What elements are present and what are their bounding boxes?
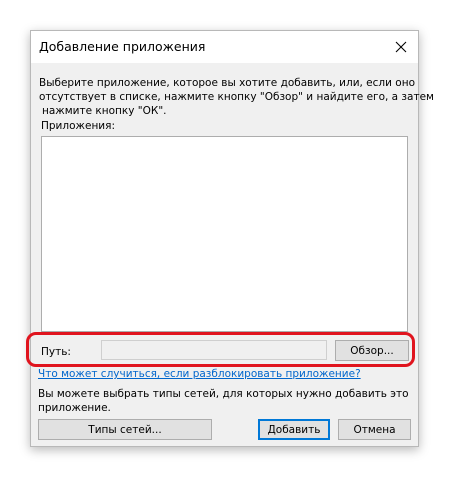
network-types-text: Вы можете выбрать типы сетей, для которы…: [38, 387, 409, 415]
applications-list[interactable]: [41, 136, 408, 332]
cancel-button[interactable]: Отмена: [338, 419, 411, 440]
path-input[interactable]: [101, 340, 327, 360]
add-button[interactable]: Добавить: [258, 419, 330, 440]
instructions-line-1: Выберите приложение, которое вы хотите д…: [39, 77, 416, 89]
title-bar: Добавление приложения: [31, 31, 418, 63]
add-application-dialog: Добавление приложения Выберите приложени…: [26, 30, 434, 447]
dialog-title: Добавление приложения: [39, 39, 206, 54]
instructions-line-3: нажмите кнопку "ОК".: [42, 105, 167, 117]
close-icon: [395, 41, 407, 53]
path-label: Путь:: [41, 346, 71, 358]
network-text-line-1: Вы можете выбрать типы сетей, для которы…: [38, 388, 409, 400]
close-button[interactable]: [384, 31, 418, 63]
unblock-risk-link[interactable]: Что может случиться, если разблокировать…: [38, 368, 361, 380]
network-text-line-2: приложение.: [38, 402, 111, 414]
network-types-button[interactable]: Типы сетей...: [38, 419, 212, 440]
instructions-text: Выберите приложение, которое вы хотите д…: [39, 76, 434, 118]
instructions-line-2: отсутствует в списке, нажмите кнопку "Об…: [39, 91, 434, 103]
applications-label: Приложения:: [41, 120, 115, 132]
browse-button[interactable]: Обзор...: [335, 340, 409, 361]
